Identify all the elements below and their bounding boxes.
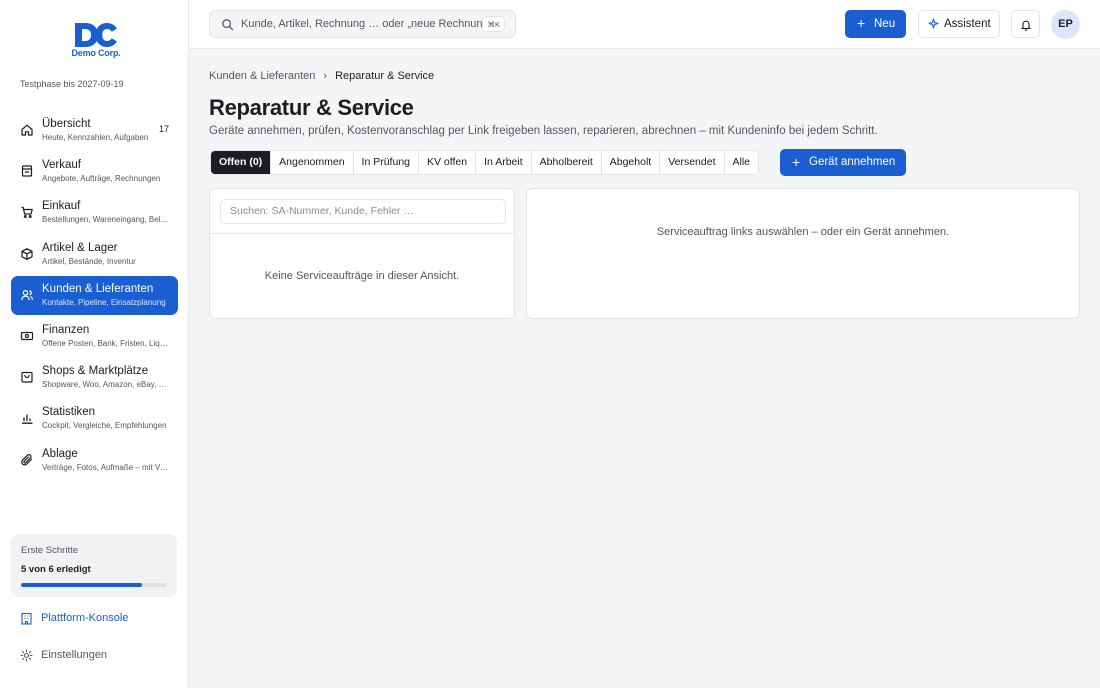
onboarding-progress-card[interactable]: Erste Schritte 5 von 6 erledigt <box>11 534 177 597</box>
sidebar-item-title: Übersicht <box>42 118 91 130</box>
top-bar: Kunde, Artikel, Rechnung … oder „neue Re… <box>189 0 1100 49</box>
paperclip-icon <box>20 453 34 467</box>
tab-abgeholt[interactable]: Abgeholt <box>602 151 661 174</box>
sidebar-item-title: Finanzen <box>42 323 90 336</box>
tab-offen[interactable]: Offen (0) <box>211 151 272 174</box>
sidebar-item-title: Artikel & Lager <box>42 241 118 254</box>
sidebar-item-subtitle: Artikel, Bestände, Inventur <box>42 256 136 266</box>
sidebar-item-title: Statistiken <box>42 406 96 419</box>
tab-versendet[interactable]: Versendet <box>660 151 725 174</box>
trial-notice: Testphase bis 2027-09-19 <box>20 79 124 89</box>
user-avatar[interactable]: EP <box>1051 10 1080 39</box>
service-order-detail-panel: Serviceauftrag links auswählen – oder ei… <box>526 188 1080 319</box>
tab-in-pruefung[interactable]: In Prüfung <box>354 151 419 174</box>
divider <box>210 233 514 234</box>
tab-alle[interactable]: Alle <box>725 151 759 174</box>
sidebar-item-title: Shops & Marktplätze <box>42 365 149 378</box>
sidebar-item-einkauf[interactable]: Einkauf Bestellungen, Wareneingang, Bele… <box>11 193 178 232</box>
chart-icon <box>20 411 34 425</box>
sidebar-item-subtitle: Shopware, Woo, Amazon, eBay, Etsy <box>42 380 170 390</box>
logo-mark-icon <box>75 23 117 47</box>
sidebar-item-title: Ablage <box>42 447 78 460</box>
settings-label: Einstellungen <box>41 649 108 661</box>
sidebar-item-finanzen[interactable]: Finanzen Offene Posten, Bank, Fristen, L… <box>11 317 178 356</box>
bell-icon <box>1020 18 1032 31</box>
new-button-label: Neu <box>874 18 896 30</box>
users-icon <box>20 288 34 302</box>
page-subtitle: Geräte annehmen, prüfen, Kostenvoranschl… <box>209 125 878 137</box>
tab-angenommen[interactable]: Angenommen <box>271 151 354 174</box>
search-icon <box>221 18 234 31</box>
cart-icon <box>20 205 34 219</box>
breadcrumb-item-current: Reparatur & Service <box>335 70 435 82</box>
sidebar-nav: Übersicht Heute, Kennzahlen, Aufgaben 17… <box>11 111 178 482</box>
sidebar-item-title: Einkauf <box>42 200 81 213</box>
sidebar-item-title: Kunden & Lieferanten <box>42 282 154 295</box>
assistant-button[interactable]: Assistent <box>918 10 1000 38</box>
notifications-button[interactable] <box>1011 10 1040 38</box>
cash-icon <box>20 329 34 343</box>
brand-name: Demo Corp. <box>71 48 121 58</box>
status-tabs: Offen (0) Angenommen In Prüfung KV offen… <box>210 150 760 175</box>
sidebar-item-subtitle: Bestellungen, Wareneingang, Belege <box>42 215 170 225</box>
service-order-search-input[interactable]: Suchen: SA-Nummer, Kunde, Fehler … <box>220 199 506 224</box>
sidebar-item-shops[interactable]: Shops & Marktplätze Shopware, Woo, Amazo… <box>11 358 178 397</box>
tab-kv-offen[interactable]: KV offen <box>419 151 477 174</box>
page-title: Reparatur & Service <box>209 95 414 120</box>
progress-value: 5 von 6 erledigt <box>21 564 91 575</box>
plus-icon: + <box>857 15 866 31</box>
tab-abholbereit[interactable]: Abholbereit <box>532 151 602 174</box>
box-icon <box>20 247 34 261</box>
receipt-icon <box>20 164 34 178</box>
sidebar-item-verkauf[interactable]: Verkauf Angebote, Aufträge, Rechnungen <box>11 152 178 191</box>
progress-bar <box>21 583 167 587</box>
brand-logo[interactable]: Demo Corp. <box>66 22 126 58</box>
platform-console-label: Plattform-Konsole <box>41 612 129 624</box>
search-shortcut-hint: ⌘K <box>482 16 505 32</box>
sidebar-item-artikel-lager[interactable]: Artikel & Lager Artikel, Bestände, Inven… <box>11 235 178 274</box>
service-order-list-panel: Suchen: SA-Nummer, Kunde, Fehler … Keine… <box>209 188 515 319</box>
home-icon <box>20 123 34 137</box>
empty-detail-message: Serviceauftrag links auswählen – oder ei… <box>656 226 950 238</box>
count-badge: 17 <box>158 124 169 134</box>
sidebar-item-subtitle: Cockpit, Vergleiche, Empfehlungen <box>42 421 167 431</box>
sidebar-item-title: Verkauf <box>42 159 81 172</box>
breadcrumb: Kunden & Lieferanten › Reparatur & Service <box>209 70 434 82</box>
sidebar-item-kunden-lieferanten[interactable]: Kunden & Lieferanten Kontakte, Pipeline,… <box>11 275 178 315</box>
empty-list-message: Keine Serviceaufträge in dieser Ansicht. <box>264 270 460 282</box>
progress-label: Erste Schritte <box>21 545 79 556</box>
chevron-right-icon: › <box>323 70 328 82</box>
gear-icon <box>20 649 33 662</box>
new-button[interactable]: + Neu <box>845 10 906 38</box>
sidebar-item-ablage[interactable]: Ablage Verträge, Fotos, Aufmaße – mit Vo… <box>11 441 178 480</box>
search-placeholder: Kunde, Artikel, Rechnung … oder „neue Re… <box>241 18 493 30</box>
sidebar: Demo Corp. Testphase bis 2027-09-19 Über… <box>0 0 189 688</box>
sidebar-item-subtitle: Verträge, Fotos, Aufmaße – mit Vorschau <box>42 462 170 472</box>
shop-icon <box>20 370 34 384</box>
progress-bar-fill <box>21 583 143 587</box>
sidebar-item-subtitle: Angebote, Aufträge, Rechnungen <box>42 174 161 184</box>
sidebar-item-subtitle: Kontakte, Pipeline, Einsatzplanung <box>42 297 166 307</box>
receive-device-label: Gerät annehmen <box>809 156 896 168</box>
assistant-button-label: Assistent <box>944 18 991 30</box>
breadcrumb-item-parent[interactable]: Kunden & Lieferanten <box>209 70 315 82</box>
sparkle-icon <box>928 18 939 29</box>
sidebar-item-subtitle: Heute, Kennzahlen, Aufgaben <box>42 133 149 142</box>
global-search-input[interactable]: Kunde, Artikel, Rechnung … oder „neue Re… <box>209 10 516 38</box>
receive-device-button[interactable]: + Gerät annehmen <box>780 149 906 176</box>
sidebar-item-statistiken[interactable]: Statistiken Cockpit, Vergleiche, Empfehl… <box>11 399 178 438</box>
building-icon <box>20 612 33 625</box>
sidebar-item-subtitle: Offene Posten, Bank, Fristen, Liquidität <box>42 338 170 348</box>
sidebar-item-uebersicht[interactable]: Übersicht Heute, Kennzahlen, Aufgaben 17 <box>11 111 178 150</box>
tab-in-arbeit[interactable]: In Arbeit <box>476 151 532 174</box>
plus-icon: + <box>792 154 801 170</box>
